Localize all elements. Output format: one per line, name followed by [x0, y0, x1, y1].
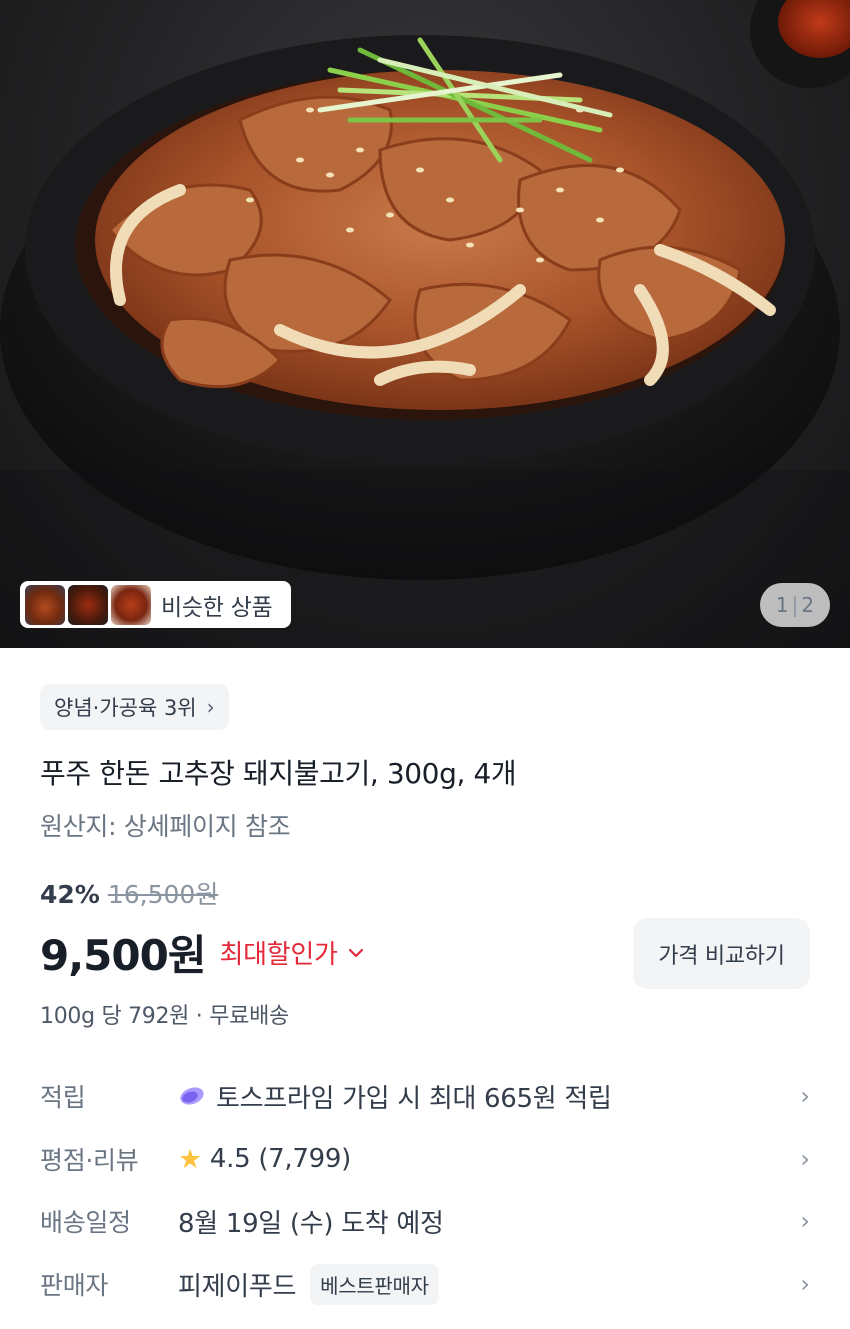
max-discount-label: 최대할인가: [219, 940, 338, 970]
similar-product-thumbnail: [111, 584, 151, 625]
pager-separator: |: [791, 593, 799, 617]
similar-products-button[interactable]: 비슷한 상품: [20, 581, 291, 628]
category-rank-label: 양념·가공육 3위: [54, 696, 197, 720]
prime-icon: [180, 1087, 204, 1105]
max-discount-toggle[interactable]: 최대할인가: [220, 934, 364, 971]
detail-label: 적립: [40, 1083, 86, 1112]
sale-price: 9,500원: [40, 931, 206, 980]
seller-name: 피제이푸드: [178, 1271, 297, 1302]
detail-label: 평점·리뷰: [40, 1146, 139, 1175]
detail-label: 판매자: [40, 1271, 109, 1300]
detail-row-seller[interactable]: 판매자 피제이푸드 베스트판매자 ›: [40, 1259, 810, 1309]
product-image-carousel[interactable]: 비슷한 상품 1 | 2: [0, 0, 850, 648]
chevron-down-icon: [348, 948, 363, 957]
points-text: 토스프라임 가입 시 최대 665원 적립: [216, 1083, 612, 1114]
best-seller-badge: 베스트판매자: [310, 1263, 439, 1305]
rating-text: 4.5 (7,799): [209, 1144, 351, 1174]
discount-rate: 42%: [40, 880, 100, 909]
star-icon: ★: [178, 1143, 202, 1175]
product-photo: [0, 0, 850, 648]
pager-current: 1: [775, 593, 789, 617]
delivery-text: 8월 19일 (수) 도착 예정: [178, 1208, 444, 1239]
detail-value: 피제이푸드 베스트판매자: [178, 1263, 790, 1305]
detail-label: 배송일정: [40, 1208, 131, 1237]
unit-price-shipping: 100g 당 792원 · 무료배송: [40, 1004, 289, 1029]
image-pager-indicator: 1 | 2: [760, 583, 830, 627]
detail-row-rating[interactable]: 평점·리뷰 ★ 4.5 (7,799) ›: [40, 1134, 810, 1184]
detail-value: 8월 19일 (수) 도착 예정: [178, 1203, 790, 1240]
detail-row-delivery[interactable]: 배송일정 8월 19일 (수) 도착 예정 ›: [40, 1196, 810, 1246]
discount-row: 42% 16,500원: [40, 875, 218, 911]
category-rank-chip[interactable]: 양념·가공육 3위 ›: [40, 684, 229, 730]
detail-value: ★ 4.5 (7,799): [178, 1144, 790, 1175]
original-price: 16,500원: [107, 880, 219, 909]
product-title: 푸주 한돈 고추장 돼지불고기, 300g, 4개: [40, 757, 517, 790]
pager-total: 2: [801, 593, 815, 617]
price-compare-button[interactable]: 가격 비교하기: [633, 918, 810, 989]
detail-row-points[interactable]: 적립 토스프라임 가입 시 최대 665원 적립 ›: [40, 1071, 810, 1121]
chevron-right-icon: ›: [206, 695, 215, 719]
similar-products-label: 비슷한 상품: [161, 594, 273, 621]
chevron-right-icon: ›: [800, 1145, 810, 1173]
chevron-right-icon: ›: [800, 1270, 810, 1298]
detail-value: 토스프라임 가입 시 최대 665원 적립: [178, 1078, 790, 1115]
product-origin: 원산지: 상세페이지 참조: [40, 812, 291, 841]
similar-product-thumbnail: [68, 584, 108, 625]
similar-product-thumbnail: [25, 584, 65, 625]
price-row: 9,500원 최대할인가: [40, 922, 364, 983]
chevron-right-icon: ›: [800, 1082, 810, 1110]
chevron-right-icon: ›: [800, 1207, 810, 1235]
